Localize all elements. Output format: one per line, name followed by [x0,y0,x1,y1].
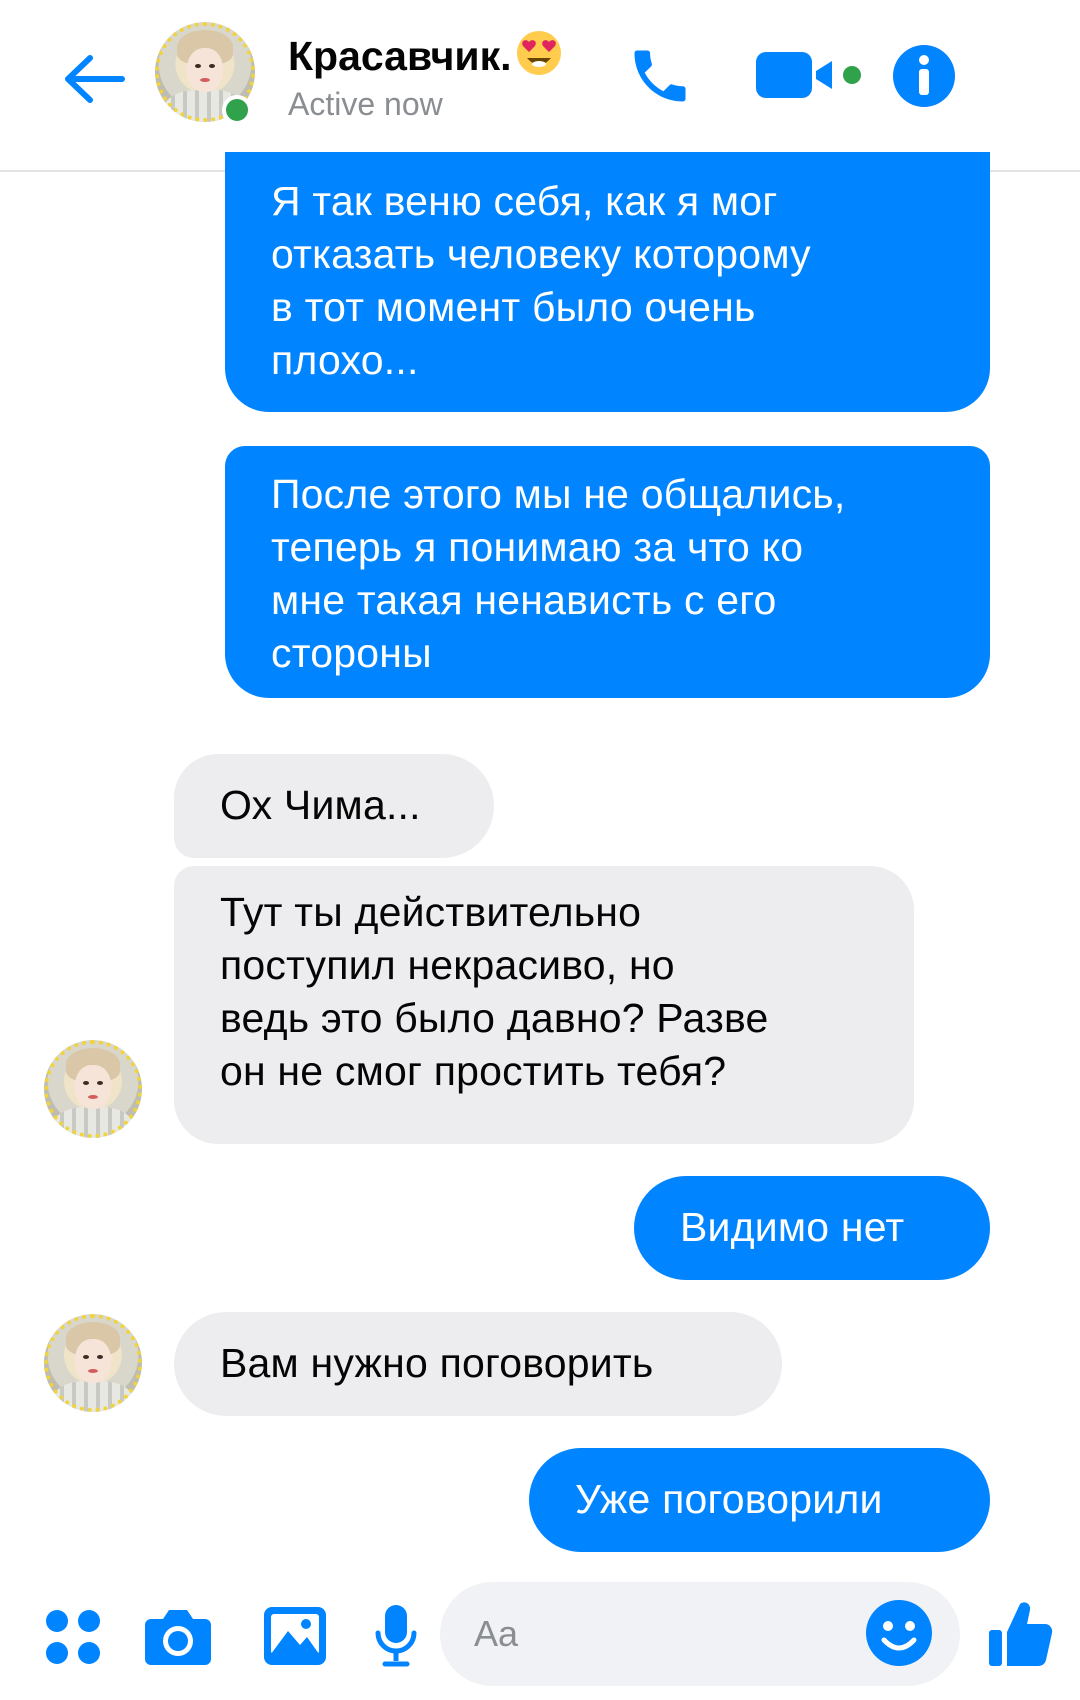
camera-button[interactable] [140,1600,216,1672]
smiley-icon [866,1600,932,1666]
message-line: ведь это было давно? Разве [220,995,769,1041]
video-camera-icon [756,52,861,98]
message-line: в тот момент было очень [271,284,756,330]
emoji-button[interactable] [860,1594,938,1672]
message-line: стороны [271,630,432,676]
microphone-icon [375,1605,417,1667]
message-line: плохо... [271,337,419,383]
like-button[interactable] [982,1594,1058,1674]
outgoing-message[interactable]: Видимо нет [634,1176,990,1280]
info-icon [893,45,955,107]
active-status: Active now [288,86,443,122]
outgoing-message[interactable]: Я так веню себя, как я мог отказать чело… [225,152,990,412]
gallery-button[interactable] [258,1600,332,1672]
four-dots-icon [46,1610,100,1664]
message-line: Я так веню себя, как я мог [271,178,778,224]
message-line: теперь я понимаю за что ко [271,524,804,570]
composer-bar [0,1572,1080,1700]
back-button[interactable] [58,42,132,116]
outgoing-message[interactable]: Уже поговорили [529,1448,990,1552]
incoming-message[interactable]: Вам нужно поговорить [174,1312,782,1416]
voice-message-button[interactable] [366,1598,426,1674]
sender-avatar[interactable] [44,1040,142,1138]
sender-avatar[interactable] [44,1314,142,1412]
message-line: поступил некрасиво, но [220,942,675,988]
message-line: мне такая ненависть с его [271,577,777,623]
more-actions-button[interactable] [38,1602,108,1672]
video-call-button[interactable] [748,40,868,110]
gallery-icon [264,1607,326,1665]
outgoing-message[interactable]: После этого мы не общались, теперь я пон… [225,446,990,698]
message-line: Уже поговорили [575,1476,883,1522]
contact-name[interactable]: Красавчик. [288,28,564,86]
heart-eyes-emoji-icon [514,28,564,86]
incoming-message[interactable]: Тут ты действительно поступил некрасиво,… [174,866,914,1144]
thumbs-up-icon [989,1602,1053,1666]
message-list[interactable]: Я так веню себя, как я мог отказать чело… [0,152,1080,1572]
chat-header: Красавчик. Active now [0,0,1080,172]
message-line: Видимо нет [680,1204,905,1250]
camera-icon [145,1610,211,1665]
info-button[interactable] [888,40,960,112]
message-line: Вам нужно поговорить [220,1340,654,1386]
incoming-message[interactable]: Ох Чима... [174,754,494,858]
contact-name-text: Красавчик. [288,33,512,79]
message-line: он не смог простить тебя? [220,1048,727,1094]
arrow-left-icon [65,55,125,103]
message-line: После этого мы не общались, [271,471,846,517]
message-line: Тут ты действительно [220,889,642,935]
online-indicator [222,95,252,125]
voice-call-button[interactable] [620,36,700,116]
message-line: Ох Чима... [220,782,421,828]
phone-icon [634,50,686,102]
message-line: отказать человеку которому [271,231,811,277]
